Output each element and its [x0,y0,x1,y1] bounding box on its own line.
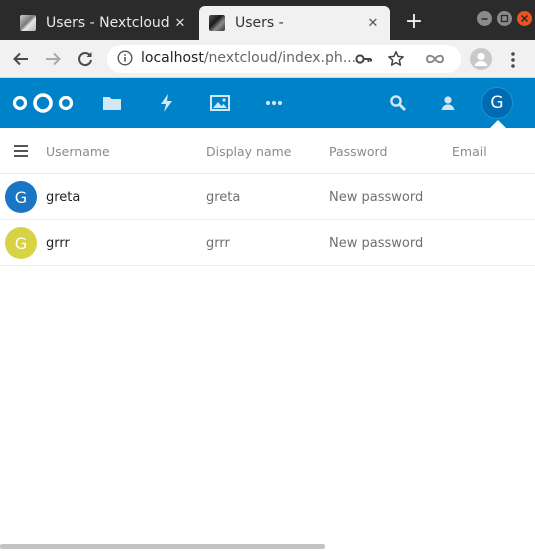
minimize-window-button[interactable] [477,11,492,26]
info-icon[interactable] [117,50,133,66]
tab-favicon [20,15,36,31]
active-indicator-caret [490,120,506,128]
profile-button[interactable] [470,48,492,70]
files-app-button[interactable] [101,92,123,114]
column-header-display-name: Display name [206,144,292,159]
close-icon [520,14,529,23]
search-icon [390,95,406,111]
url-path: /nextcloud/index.ph... [203,50,357,66]
forward-button[interactable] [42,48,64,70]
table-row[interactable]: G greta greta New password [0,174,535,220]
contacts-menu-button[interactable] [437,92,459,114]
back-arrow-icon [13,52,28,66]
bookmark-star-icon[interactable] [387,50,405,68]
url-text[interactable]: localhost/nextcloud/index.ph... [141,50,356,66]
extension-infinity-icon[interactable] [424,52,446,66]
maximize-icon [500,14,509,23]
display-name-field[interactable]: greta [206,190,240,205]
more-apps-button[interactable] [263,92,285,114]
browser-toolbar: localhost/nextcloud/index.ph... [0,40,535,78]
username-cell: greta [46,190,81,205]
password-field[interactable]: New password [329,190,423,205]
column-header-password: Password [329,144,388,159]
kebab-menu-icon [511,52,515,68]
browser-tab-active[interactable]: Users - ✕ [199,6,390,40]
contacts-icon [441,96,455,110]
password-field[interactable]: New password [329,236,423,251]
tab-title: Users - [235,15,284,31]
tab-favicon [209,15,225,31]
key-icon[interactable] [355,51,373,67]
column-header-username: Username [46,144,110,159]
activity-app-button[interactable] [155,92,177,114]
nextcloud-logo-icon[interactable] [12,92,74,114]
maximize-window-button[interactable] [497,11,512,26]
nextcloud-header [0,78,535,128]
forward-arrow-icon [46,52,61,66]
reload-button[interactable] [74,48,96,70]
username-cell: grrr [46,236,70,251]
address-bar[interactable]: localhost/nextcloud/index.ph... [107,45,461,73]
table-row[interactable]: G grrr grrr New password [0,220,535,266]
gallery-app-button[interactable] [209,92,231,114]
avatar: G [5,181,37,213]
hamburger-menu-icon[interactable] [14,145,28,157]
browser-tab-inactive[interactable]: Users - Nextcloud ✕ [10,6,197,40]
url-host: localhost [141,50,204,66]
tab-title: Users - Nextcloud [46,15,170,31]
minimize-icon [481,18,488,20]
display-name-field[interactable]: grrr [206,236,230,251]
tab-close-icon[interactable]: ✕ [364,14,382,32]
reload-icon [78,52,92,67]
files-icon [103,97,121,110]
more-apps-icon [265,100,283,106]
activity-icon [161,94,172,112]
tab-close-icon[interactable]: ✕ [171,14,189,32]
close-window-button[interactable] [517,11,532,26]
users-table-header: Username Display name Password Email [0,128,535,174]
new-tab-button[interactable]: + [402,11,426,35]
browser-menu-button[interactable] [505,49,521,71]
search-button[interactable] [387,92,409,114]
profile-icon [474,52,488,66]
gallery-icon [210,95,230,111]
avatar: G [5,227,37,259]
back-button[interactable] [10,48,32,70]
user-menu-avatar[interactable]: G [481,87,513,119]
browser-tabstrip: Users - Nextcloud ✕ Users - ✕ + [0,0,535,40]
column-header-email: Email [452,144,487,159]
horizontal-scrollbar[interactable] [0,544,325,549]
